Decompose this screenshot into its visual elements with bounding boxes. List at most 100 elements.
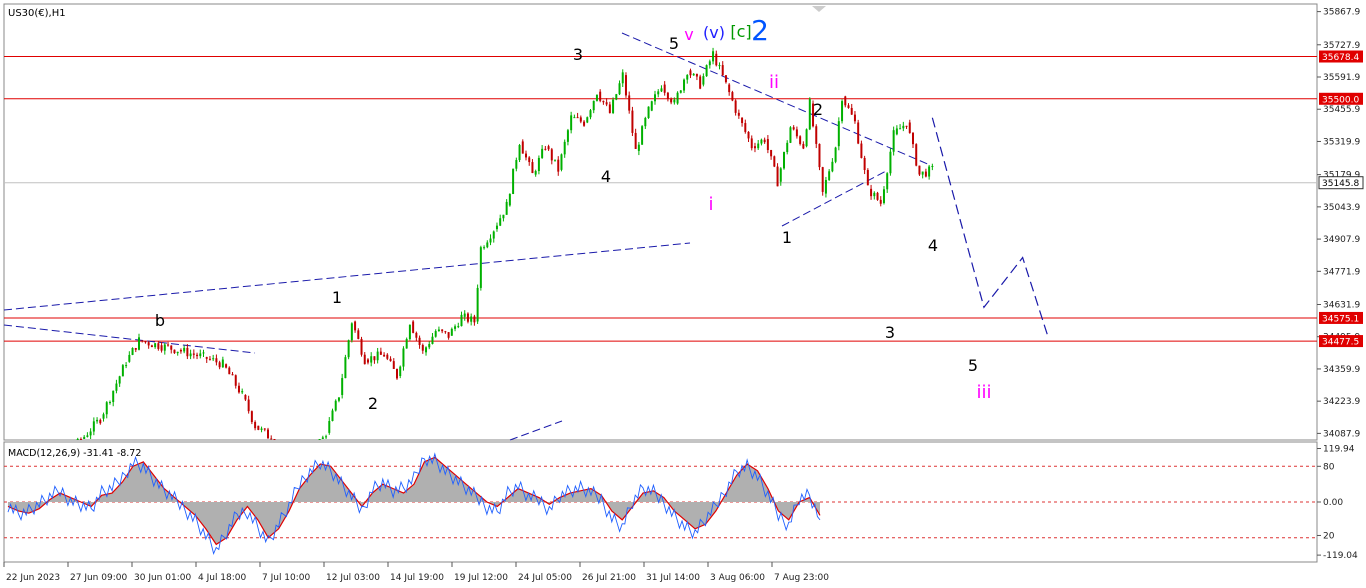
- candle-body: [705, 65, 708, 77]
- candle-body: [325, 436, 328, 438]
- candle-body: [86, 435, 89, 437]
- candle-body: [831, 161, 834, 172]
- time-tick-label: 14 Jul 19:00: [390, 573, 444, 583]
- candle-body: [657, 91, 660, 95]
- candle-body: [783, 152, 785, 169]
- candle-body: [647, 106, 650, 118]
- candle-body: [447, 332, 450, 338]
- candle-body: [396, 368, 398, 379]
- price-pane[interactable]: [3, 3, 1318, 441]
- candle-body: [431, 336, 434, 344]
- candle-body: [905, 125, 908, 127]
- candle-body: [841, 101, 844, 122]
- candle-body: [544, 148, 547, 150]
- candle-body: [383, 354, 386, 357]
- candle-body: [138, 337, 140, 350]
- time-tick-label: 12 Jul 03:00: [326, 573, 380, 583]
- candle-body: [389, 358, 392, 362]
- candle-body: [850, 107, 853, 115]
- candle-body: [350, 323, 353, 341]
- wave-label: 2: [751, 14, 769, 47]
- candle-body: [254, 422, 257, 429]
- wave-label: 3: [573, 45, 583, 64]
- candle-body: [847, 105, 850, 108]
- candle-body: [208, 358, 211, 360]
- price-axis: 35867.935727.935591.935455.935319.935179…: [1317, 8, 1364, 561]
- chart-canvas[interactable]: b12345 v (v) [c] 2iii21 435iii 35867.935727.9…: [0, 0, 1366, 588]
- candle-body: [824, 180, 827, 194]
- wave-label: 2: [368, 394, 378, 413]
- candle-body: [566, 130, 569, 142]
- candle-body: [815, 126, 818, 144]
- candle-body: [760, 139, 763, 144]
- wave-label: 3: [885, 323, 895, 342]
- candle-body: [334, 400, 337, 411]
- candle-body: [99, 419, 102, 424]
- candle-body: [476, 287, 479, 322]
- price-tick-label: 34087.9: [1323, 429, 1360, 439]
- candle-body: [679, 90, 682, 93]
- candle-body: [908, 122, 911, 133]
- candle-body: [179, 349, 182, 352]
- price-tick-label: 35455.9: [1323, 105, 1360, 115]
- candle-body: [515, 160, 518, 169]
- candle-body: [702, 76, 705, 85]
- candle-body: [802, 143, 805, 149]
- candle-body: [554, 159, 557, 161]
- price-tick-label: 35043.9: [1323, 203, 1360, 213]
- candle-body: [454, 326, 457, 329]
- candle-body: [399, 366, 402, 377]
- candle-body: [928, 166, 931, 177]
- candle-body: [560, 154, 563, 170]
- candle-body: [718, 65, 721, 67]
- candle-body: [237, 385, 240, 393]
- candle-body: [615, 94, 618, 100]
- macd-tick-label: 0.00: [1323, 498, 1343, 508]
- candle-body: [521, 141, 524, 154]
- candle-body: [828, 171, 831, 181]
- time-tick-label: 26 Jul 21:00: [582, 573, 636, 583]
- candle-body: [502, 214, 505, 219]
- candle-body: [483, 247, 486, 249]
- candle-body: [605, 102, 608, 105]
- candle-body: [618, 83, 621, 95]
- candle-body: [489, 238, 492, 243]
- candle-body: [347, 340, 350, 358]
- candle-body: [576, 117, 579, 119]
- candle-body: [866, 169, 869, 186]
- candle-body: [789, 127, 792, 143]
- candle-body: [154, 343, 157, 348]
- candle-body: [108, 402, 111, 404]
- level-price-label: 34477.5: [1322, 338, 1359, 348]
- candle-body: [131, 348, 134, 355]
- time-tick-label: 4 Jul 18:00: [198, 573, 247, 583]
- candle-body: [186, 347, 189, 357]
- candle-body: [882, 189, 885, 204]
- candle-body: [676, 92, 679, 104]
- candle-body: [183, 347, 186, 352]
- candle-body: [728, 84, 731, 93]
- price-tick-label: 35591.9: [1323, 73, 1360, 83]
- candle-body: [753, 146, 756, 149]
- candle-body: [376, 351, 379, 361]
- candle-body: [612, 99, 615, 113]
- candle-body: [357, 330, 360, 339]
- level-price-label: 35678.4: [1322, 53, 1359, 63]
- wave-label: i: [708, 194, 713, 215]
- candle-body: [686, 75, 689, 80]
- candle-body: [641, 126, 644, 145]
- candle-body: [631, 110, 634, 133]
- candle-body: [654, 94, 656, 102]
- candle-body: [666, 92, 669, 99]
- time-axis: 22 Jun 2023 27 Jun 09:00 30 Jun 01:00 4 Jul…: [3, 562, 829, 583]
- candle-body: [241, 391, 244, 393]
- candle-body: [792, 127, 795, 130]
- time-tick-label: 7 Jul 10:00: [262, 573, 311, 583]
- candle-body: [757, 143, 760, 149]
- candle-body: [263, 428, 266, 430]
- current-price-label: 35145.8: [1322, 179, 1359, 189]
- candle-body: [660, 88, 663, 92]
- candle-body: [741, 117, 744, 124]
- candle-body: [366, 359, 369, 363]
- candle-body: [915, 144, 918, 166]
